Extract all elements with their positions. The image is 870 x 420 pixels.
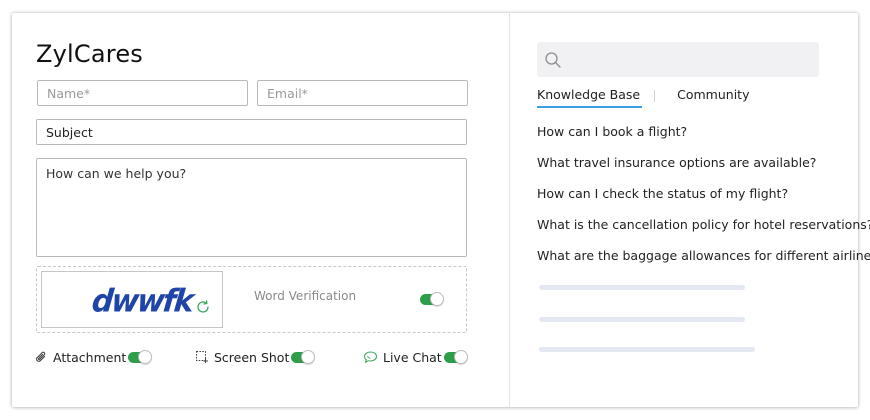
refresh-icon[interactable] [195,299,211,315]
captcha-text: dwwfk [90,283,194,320]
faq-item[interactable]: How can I check the status of my flight? [537,186,870,217]
tab-community[interactable]: Community [677,87,749,106]
help-panel: Knowledge Base Community How can I book … [510,13,870,407]
screenshot-icon [196,351,208,363]
screenshot-option[interactable]: Screen Shot [195,349,316,365]
captcha-image: dwwfk [41,271,223,328]
loading-placeholder [539,347,755,352]
paperclip-icon [36,351,46,362]
email-field[interactable] [257,80,468,106]
support-widget: ZylCares dwwfk Word Verification Attachm… [12,13,870,407]
tab-separator [654,90,656,102]
attachment-option[interactable]: Attachment [35,349,153,365]
faq-item[interactable]: How can I book a flight? [537,124,870,155]
toggle-knob [453,349,468,364]
search-icon [545,52,561,68]
attachment-label: Attachment [53,349,127,365]
faq-list: How can I book a flight? What travel ins… [537,124,870,279]
brand-title: ZylCares [36,40,143,68]
faq-item[interactable]: What are the baggage allowances for diff… [537,248,870,279]
faq-item[interactable]: What travel insurance options are availa… [537,155,870,186]
loading-placeholder [539,285,745,290]
live-chat-label: Live Chat [383,349,442,365]
toggle-knob [301,349,316,364]
attachment-toggle[interactable] [128,349,153,364]
screenshot-label: Screen Shot [214,349,290,365]
toggle-knob [138,349,153,364]
contact-form-panel: ZylCares dwwfk Word Verification Attachm… [12,13,509,407]
loading-placeholder [539,317,745,322]
search-input[interactable] [537,42,819,77]
help-tabs: Knowledge Base Community [537,87,749,109]
subject-field[interactable] [36,119,467,145]
word-verification-label: Word Verification [254,289,357,303]
tab-knowledge-base[interactable]: Knowledge Base [537,87,643,108]
live-chat-toggle[interactable] [443,349,468,364]
captcha-section: dwwfk Word Verification [36,266,467,333]
chat-bubble-icon [363,351,378,364]
live-chat-option[interactable]: Live Chat [363,349,468,365]
screenshot-toggle[interactable] [291,349,316,364]
name-field[interactable] [37,80,248,106]
toggle-knob [430,292,444,306]
message-field[interactable] [36,158,467,257]
faq-item[interactable]: What is the cancellation policy for hote… [537,217,870,248]
word-verification-toggle[interactable] [420,292,444,306]
